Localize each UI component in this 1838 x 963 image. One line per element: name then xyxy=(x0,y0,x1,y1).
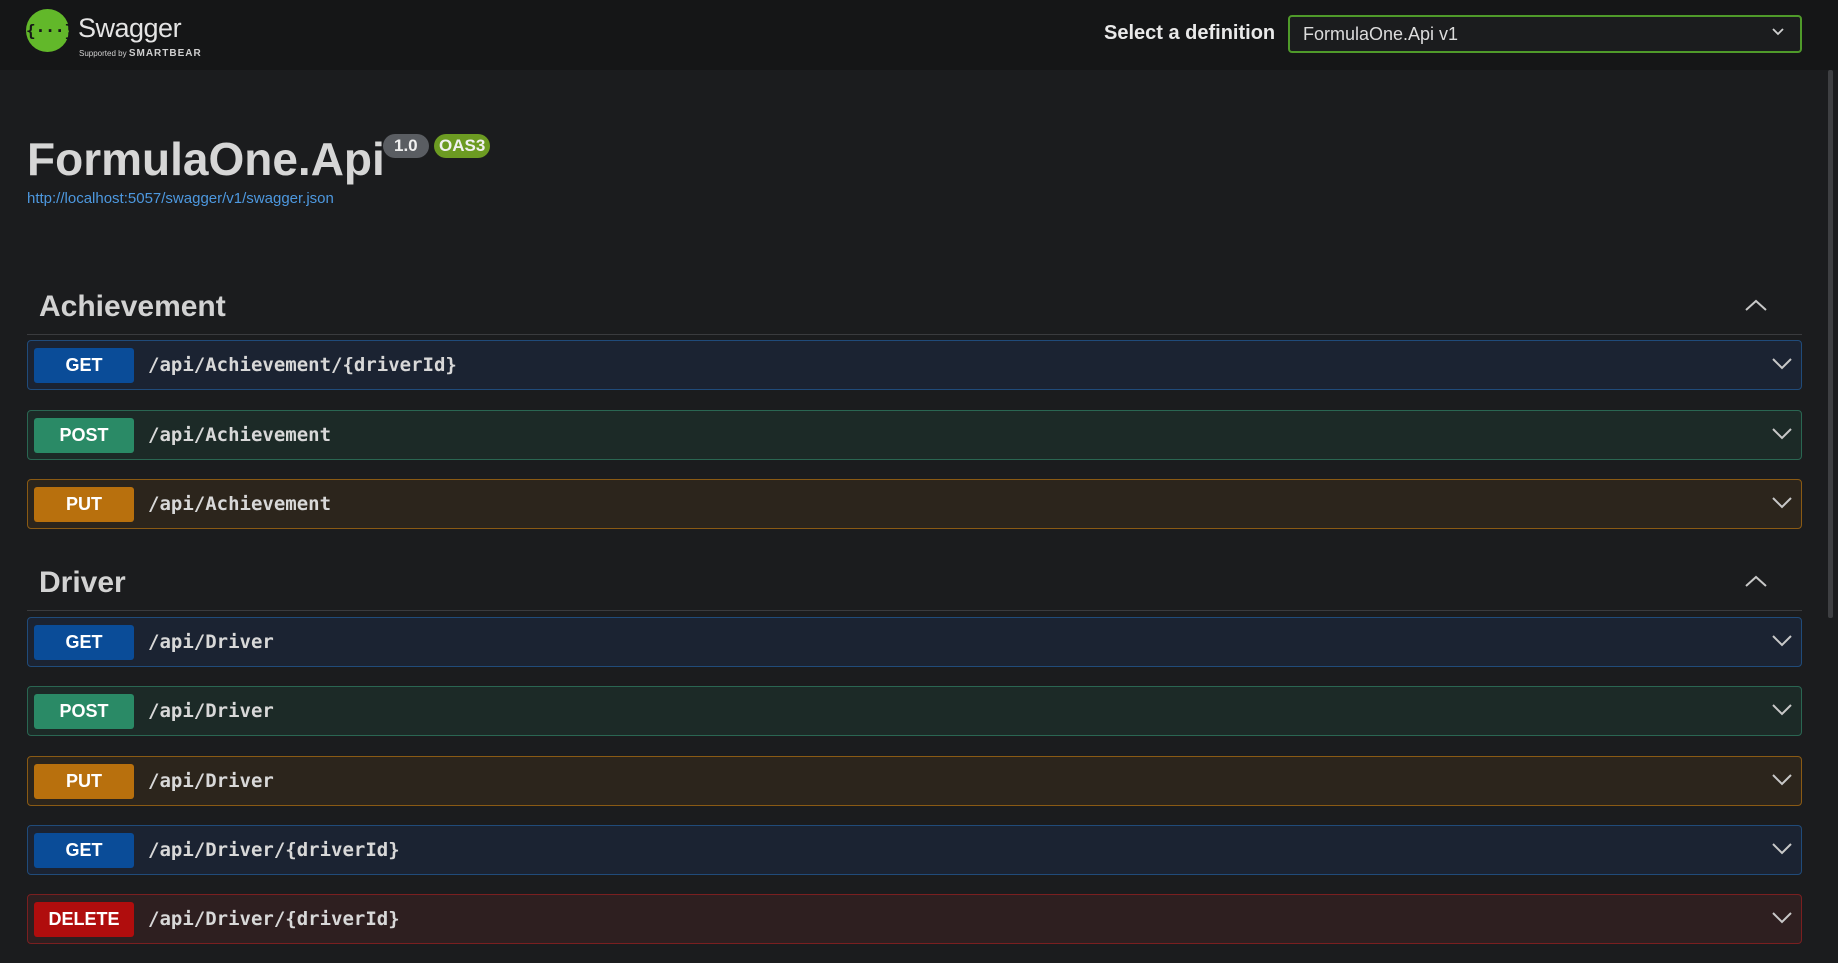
section-driver[interactable]: Driver xyxy=(27,554,1802,611)
chevron-down-icon[interactable] xyxy=(1771,703,1793,717)
brand-tagline-prefix: Supported by xyxy=(79,49,127,58)
chevron-down-icon[interactable] xyxy=(1771,842,1793,856)
method-badge: DELETE xyxy=(34,902,134,937)
operation-path: /api/Driver xyxy=(148,631,274,653)
method-badge: GET xyxy=(34,348,134,383)
operation-put-driver[interactable]: PUT /api/Driver xyxy=(27,756,1802,806)
method-badge: PUT xyxy=(34,764,134,799)
chevron-down-icon xyxy=(1772,28,1784,36)
swagger-logo-icon: {···} xyxy=(26,9,74,52)
scrollbar-thumb[interactable] xyxy=(1828,70,1833,618)
version-badge: 1.0 xyxy=(383,134,429,158)
chevron-down-icon[interactable] xyxy=(1771,357,1793,371)
operation-post-achievement[interactable]: POST /api/Achievement xyxy=(27,410,1802,460)
brand-tagline-company: SMARTBEAR xyxy=(128,48,202,59)
method-badge: POST xyxy=(34,418,134,453)
spec-url-link[interactable]: http://localhost:5057/swagger/v1/swagger… xyxy=(27,190,334,207)
operation-put-achievement[interactable]: PUT /api/Achievement xyxy=(27,479,1802,529)
definition-select-value: FormulaOne.Api v1 xyxy=(1303,24,1459,44)
chevron-up-icon[interactable] xyxy=(1744,298,1768,312)
section-title: Driver xyxy=(39,566,126,599)
chevron-down-icon[interactable] xyxy=(1771,911,1793,925)
definition-label: Select a definition xyxy=(1104,22,1276,44)
chevron-down-icon[interactable] xyxy=(1771,496,1793,510)
method-badge: GET xyxy=(34,833,134,868)
operation-path: /api/Driver/{driverId} xyxy=(148,839,400,861)
section-title: Achievement xyxy=(39,290,226,323)
brand-name: Swagger xyxy=(78,13,182,43)
operation-path: /api/Driver/{driverId} xyxy=(148,908,400,930)
top-bar: {···} Swagger Supported by SMARTBEAR Sel… xyxy=(0,0,1838,70)
method-badge: GET xyxy=(34,625,134,660)
operation-path: /api/Driver xyxy=(148,770,274,792)
operation-delete-driver-driverid[interactable]: DELETE /api/Driver/{driverId} xyxy=(27,894,1802,944)
vertical-scrollbar[interactable] xyxy=(1822,70,1838,963)
operation-get-achievement-driverid[interactable]: GET /api/Achievement/{driverId} xyxy=(27,340,1802,390)
api-title: FormulaOne.Api xyxy=(27,133,385,185)
chevron-down-icon[interactable] xyxy=(1771,773,1793,787)
definition-select[interactable]: FormulaOne.Api v1 xyxy=(1288,15,1802,53)
operation-path: /api/Achievement/{driverId} xyxy=(148,354,457,376)
operation-path: /api/Achievement xyxy=(148,424,332,446)
chevron-down-icon[interactable] xyxy=(1771,634,1793,648)
operation-post-driver[interactable]: POST /api/Driver xyxy=(27,686,1802,736)
section-achievement[interactable]: Achievement xyxy=(27,278,1802,335)
method-badge: PUT xyxy=(34,487,134,522)
brand-tagline: Supported by SMARTBEAR xyxy=(79,48,202,59)
method-badge: POST xyxy=(34,694,134,729)
swagger-logo[interactable]: {···} Swagger Supported by SMARTBEAR xyxy=(26,9,206,61)
operation-path: /api/Driver xyxy=(148,700,274,722)
oas-badge: OAS3 xyxy=(434,134,491,158)
chevron-down-icon[interactable] xyxy=(1771,427,1793,441)
operation-get-driver-driverid[interactable]: GET /api/Driver/{driverId} xyxy=(27,825,1802,875)
chevron-up-icon[interactable] xyxy=(1744,574,1768,588)
operation-path: /api/Achievement xyxy=(148,493,332,515)
operation-get-driver[interactable]: GET /api/Driver xyxy=(27,617,1802,667)
